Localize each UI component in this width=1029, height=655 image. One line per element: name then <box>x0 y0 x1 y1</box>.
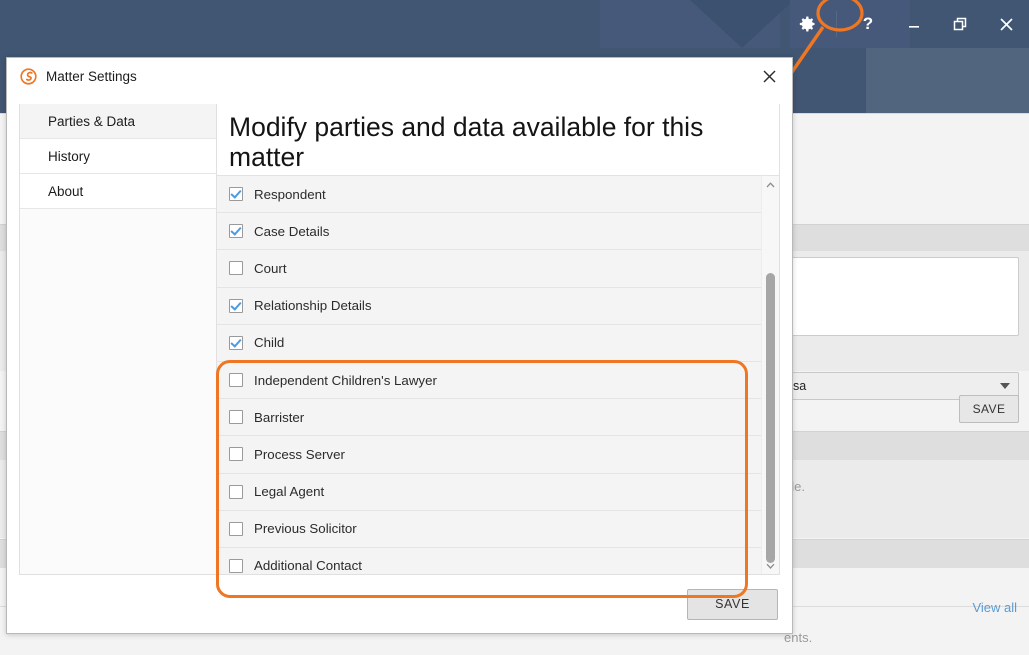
list-item[interactable]: Case Details <box>217 213 761 251</box>
list-item-label: Respondent <box>254 186 326 202</box>
close-icon <box>763 70 775 82</box>
list-item-label: Independent Children's Lawyer <box>254 372 437 388</box>
background-dropdown-value: sa <box>793 379 807 393</box>
list-item[interactable]: Legal Agent <box>217 474 761 511</box>
list-item[interactable]: Child <box>217 325 761 362</box>
list-item-label: Additional Contact <box>254 558 362 574</box>
dialog-title: Matter Settings <box>46 69 137 84</box>
checkbox-process-server[interactable] <box>229 447 243 462</box>
sidebar-item-parties-and-data[interactable]: Parties & Data <box>20 104 216 139</box>
checkbox-barrister[interactable] <box>229 410 243 425</box>
chevron-down-icon[interactable] <box>762 557 779 574</box>
list-item-label: Case Details <box>254 223 330 239</box>
close-button[interactable] <box>983 0 1029 48</box>
screen-root: ? sa SAVE ble. View all ents. Matter Set… <box>0 0 1029 655</box>
background-save-button[interactable]: SAVE <box>959 395 1019 423</box>
view-all-link[interactable]: View all <box>972 600 1017 615</box>
sidebar-item-history[interactable]: History <box>20 139 216 174</box>
close-icon <box>999 17 1013 31</box>
titlebar-divider <box>836 11 837 37</box>
sidebar-item-label: About <box>48 183 84 199</box>
matter-settings-dialog: Matter Settings Parties & Data History A… <box>6 57 793 634</box>
parties-list-container: Respondent Case Details Court Relationsh… <box>217 175 779 574</box>
list-item-label: Previous Solicitor <box>254 521 357 537</box>
list-item[interactable]: Barrister <box>217 399 761 437</box>
restore-button[interactable] <box>937 0 983 48</box>
dialog-footer: SAVE <box>7 575 792 633</box>
list-item[interactable]: Court <box>217 250 761 288</box>
gear-icon <box>792 9 822 39</box>
list-item[interactable]: Previous Solicitor <box>217 511 761 548</box>
settings-gear-button[interactable] <box>780 0 834 48</box>
dialog-titlebar: Matter Settings <box>7 58 792 95</box>
dialog-close-button[interactable] <box>754 61 784 91</box>
list-item-label: Process Server <box>254 446 345 462</box>
parties-list: Respondent Case Details Court Relationsh… <box>217 175 761 574</box>
checkbox-previous-solicitor[interactable] <box>229 521 243 536</box>
chevron-down-icon <box>1000 383 1010 389</box>
list-item[interactable]: Additional Contact <box>217 548 761 574</box>
sidebar-item-label: History <box>48 148 91 164</box>
checkbox-respondent[interactable] <box>229 187 243 202</box>
checkbox-legal-agent[interactable] <box>229 484 243 499</box>
chevron-up-icon[interactable] <box>762 176 779 193</box>
minimize-button[interactable] <box>891 0 937 48</box>
list-item[interactable]: Independent Children's Lawyer <box>217 362 761 400</box>
checkbox-case-details[interactable] <box>229 224 243 239</box>
dialog-main-pane: Modify parties and data available for th… <box>217 104 779 574</box>
list-item[interactable]: Relationship Details <box>217 288 761 325</box>
window-titlebar: ? <box>0 0 1029 48</box>
list-item-label: Relationship Details <box>254 298 372 314</box>
list-item[interactable]: Respondent <box>217 176 761 214</box>
page-title: Modify parties and data available for th… <box>229 112 704 173</box>
restore-icon <box>953 17 967 31</box>
checkbox-court[interactable] <box>229 261 243 276</box>
checkbox-child[interactable] <box>229 335 243 350</box>
dialog-body: Parties & Data History About Modify part… <box>19 104 780 575</box>
list-item-label: Child <box>254 335 285 351</box>
checkbox-independent-childrens-lawyer[interactable] <box>229 373 243 388</box>
sidebar-item-about[interactable]: About <box>20 174 216 209</box>
list-item[interactable]: Process Server <box>217 436 761 474</box>
help-button[interactable]: ? <box>845 0 891 48</box>
dialog-sidebar: Parties & Data History About <box>20 104 217 574</box>
save-button[interactable]: SAVE <box>687 588 778 620</box>
scrollbar-thumb[interactable] <box>766 273 775 563</box>
list-item-label: Court <box>254 260 287 276</box>
checkbox-additional-contact[interactable] <box>229 558 243 573</box>
checkbox-relationship-details[interactable] <box>229 298 243 313</box>
app-logo-icon <box>19 67 38 86</box>
minimize-icon <box>909 26 919 28</box>
list-vertical-scrollbar[interactable] <box>761 175 779 574</box>
list-item-label: Legal Agent <box>254 484 325 500</box>
sidebar-item-label: Parties & Data <box>48 113 136 129</box>
list-item-label: Barrister <box>254 409 305 425</box>
background-textarea[interactable] <box>784 257 1019 336</box>
